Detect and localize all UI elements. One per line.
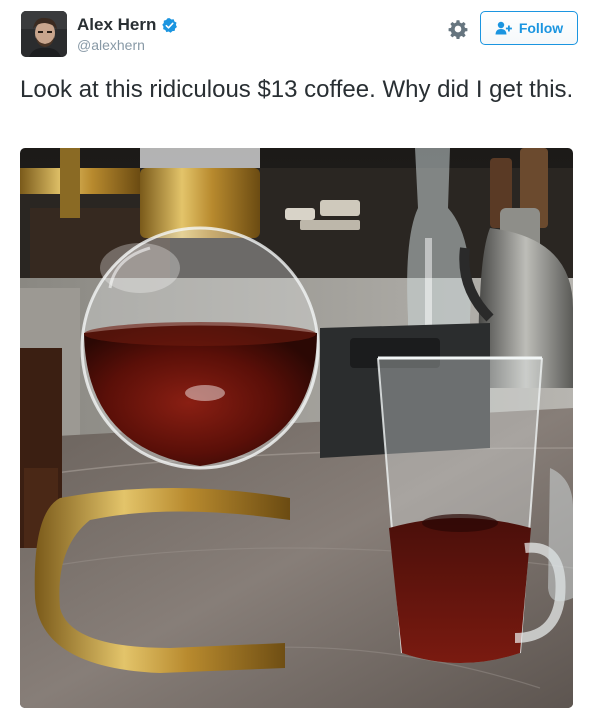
user-handle[interactable]: @alexhern: [77, 37, 178, 54]
tweet-photo[interactable]: [20, 148, 573, 708]
user-info: Alex Hern @alexhern: [77, 15, 178, 54]
tweet-text: Look at this ridiculous $13 coffee. Why …: [20, 76, 574, 103]
tweet-card: Alex Hern @alexhern Follow Look at this …: [0, 0, 593, 715]
name-row: Alex Hern: [77, 15, 178, 35]
add-user-icon: [495, 21, 512, 35]
gear-icon[interactable]: [448, 19, 468, 39]
avatar-image: [21, 11, 67, 57]
follow-button[interactable]: Follow: [480, 11, 578, 45]
photo-syphon-coffee: [20, 148, 573, 708]
display-name[interactable]: Alex Hern: [77, 15, 156, 35]
verified-badge-icon: [162, 17, 178, 33]
follow-label: Follow: [518, 20, 564, 36]
avatar[interactable]: [21, 11, 67, 57]
